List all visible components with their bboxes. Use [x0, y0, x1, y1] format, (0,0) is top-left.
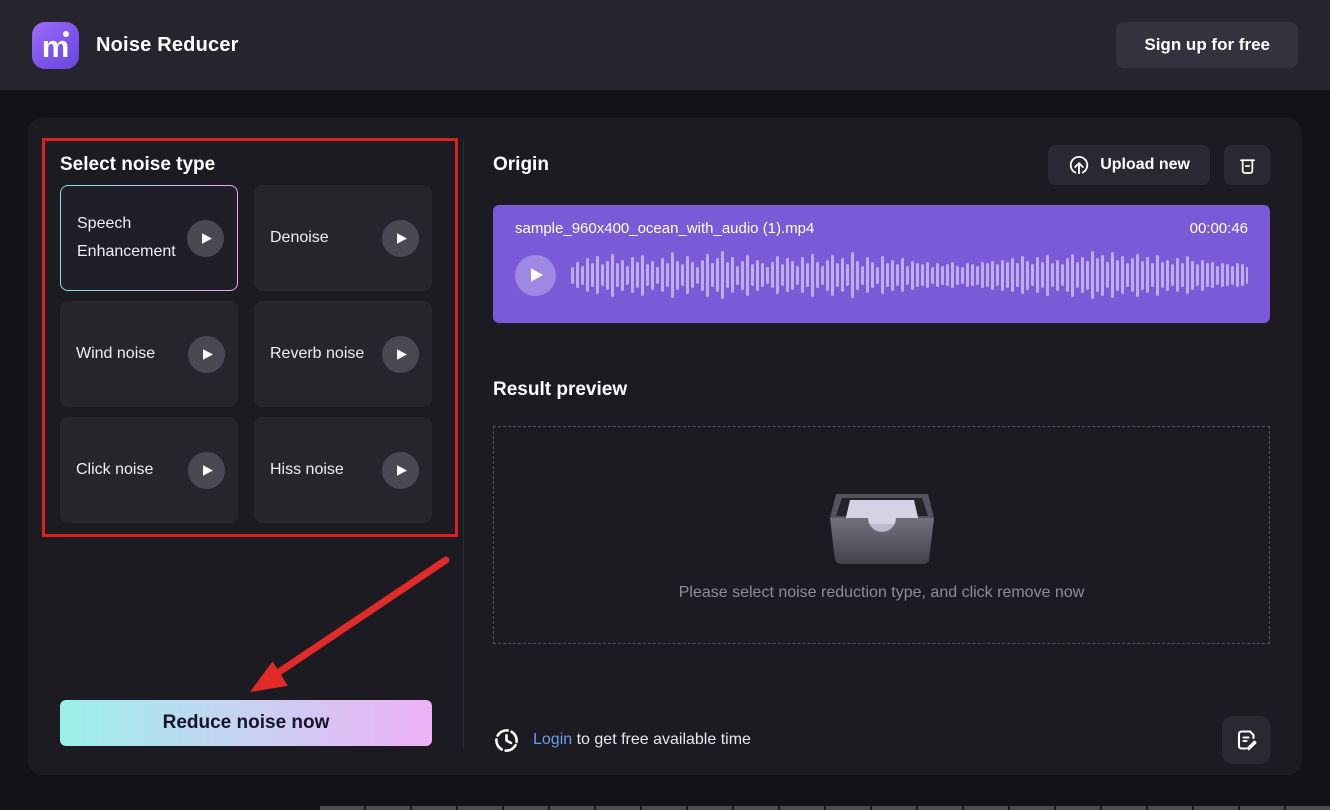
column-divider	[463, 140, 464, 748]
result-preview-empty-box: Please select noise reduction type, and …	[493, 426, 1270, 644]
audio-waveform[interactable]	[571, 247, 1248, 303]
play-preview-button[interactable]	[382, 452, 419, 489]
right-column: Origin Upload new sample_960x400_oce	[493, 142, 1270, 764]
noise-type-card-reverb-noise[interactable]: Reverb noise	[254, 301, 432, 407]
origin-title: Origin	[493, 154, 549, 176]
upload-new-label: Upload new	[1100, 156, 1190, 174]
play-icon	[396, 348, 408, 361]
player-info-row: sample_960x400_ocean_with_audio (1).mp4 …	[515, 220, 1248, 237]
footer-row: Login to get free available time	[493, 716, 1270, 764]
noise-type-label: Click noise	[76, 456, 188, 484]
login-link[interactable]: Login	[533, 731, 572, 748]
delete-file-button[interactable]	[1224, 145, 1270, 185]
noise-type-label: Denoise	[270, 224, 382, 252]
result-preview-title: Result preview	[493, 379, 1270, 401]
noise-type-label: Reverb noise	[270, 340, 382, 368]
app-logo: m	[32, 22, 79, 69]
empty-tray-icon	[821, 468, 943, 568]
player-filename: sample_960x400_ocean_with_audio (1).mp4	[515, 220, 814, 237]
play-preview-button[interactable]	[382, 336, 419, 373]
play-icon	[530, 267, 544, 283]
origin-header-row: Origin Upload new	[493, 142, 1270, 188]
login-hint-text: Login to get free available time	[533, 731, 751, 749]
annotation-arrow	[228, 548, 468, 713]
play-preview-button[interactable]	[382, 220, 419, 257]
play-icon	[202, 348, 214, 361]
feedback-button[interactable]	[1222, 716, 1270, 764]
play-icon	[202, 464, 214, 477]
reduce-noise-now-button[interactable]: Reduce noise now	[60, 700, 432, 746]
login-hint-suffix: to get free available time	[572, 731, 751, 748]
noise-type-card-wind-noise[interactable]: Wind noise	[60, 301, 238, 407]
origin-audio-player: sample_960x400_ocean_with_audio (1).mp4 …	[493, 205, 1270, 323]
noise-type-card-click-noise[interactable]: Click noise	[60, 417, 238, 523]
noise-type-label: Hiss noise	[270, 456, 382, 484]
select-noise-type-title: Select noise type	[60, 154, 215, 176]
player-duration: 00:00:46	[1190, 220, 1248, 237]
play-icon	[201, 232, 213, 245]
trash-icon	[1237, 155, 1258, 176]
play-preview-button[interactable]	[188, 336, 225, 373]
main-panel: Select noise type Speech Enhancement Den…	[28, 118, 1302, 775]
app-title: Noise Reducer	[96, 34, 239, 57]
player-body	[515, 247, 1248, 303]
noise-type-card-speech-enhancement[interactable]: Speech Enhancement	[60, 185, 238, 291]
signup-button[interactable]: Sign up for free	[1116, 22, 1298, 68]
feedback-edit-icon	[1234, 728, 1258, 752]
logo-dot	[63, 31, 69, 37]
upload-icon	[1068, 154, 1090, 176]
empty-state-text: Please select noise reduction type, and …	[679, 584, 1085, 602]
app-header: m Noise Reducer Sign up for free	[0, 0, 1330, 90]
noise-type-card-denoise[interactable]: Denoise	[254, 185, 432, 291]
play-preview-button[interactable]	[188, 452, 225, 489]
player-play-button[interactable]	[515, 255, 556, 296]
upload-new-button[interactable]: Upload new	[1048, 145, 1210, 185]
clock-icon	[493, 727, 520, 754]
noise-type-label: Speech Enhancement	[77, 210, 187, 266]
noise-type-card-hiss-noise[interactable]: Hiss noise	[254, 417, 432, 523]
play-preview-button[interactable]	[187, 220, 224, 257]
play-icon	[396, 232, 408, 245]
clipped-timeline-strip	[320, 806, 1330, 810]
noise-type-label: Wind noise	[76, 340, 188, 368]
noise-type-grid: Speech Enhancement Denoise Wind noise Re…	[60, 185, 432, 523]
play-icon	[396, 464, 408, 477]
